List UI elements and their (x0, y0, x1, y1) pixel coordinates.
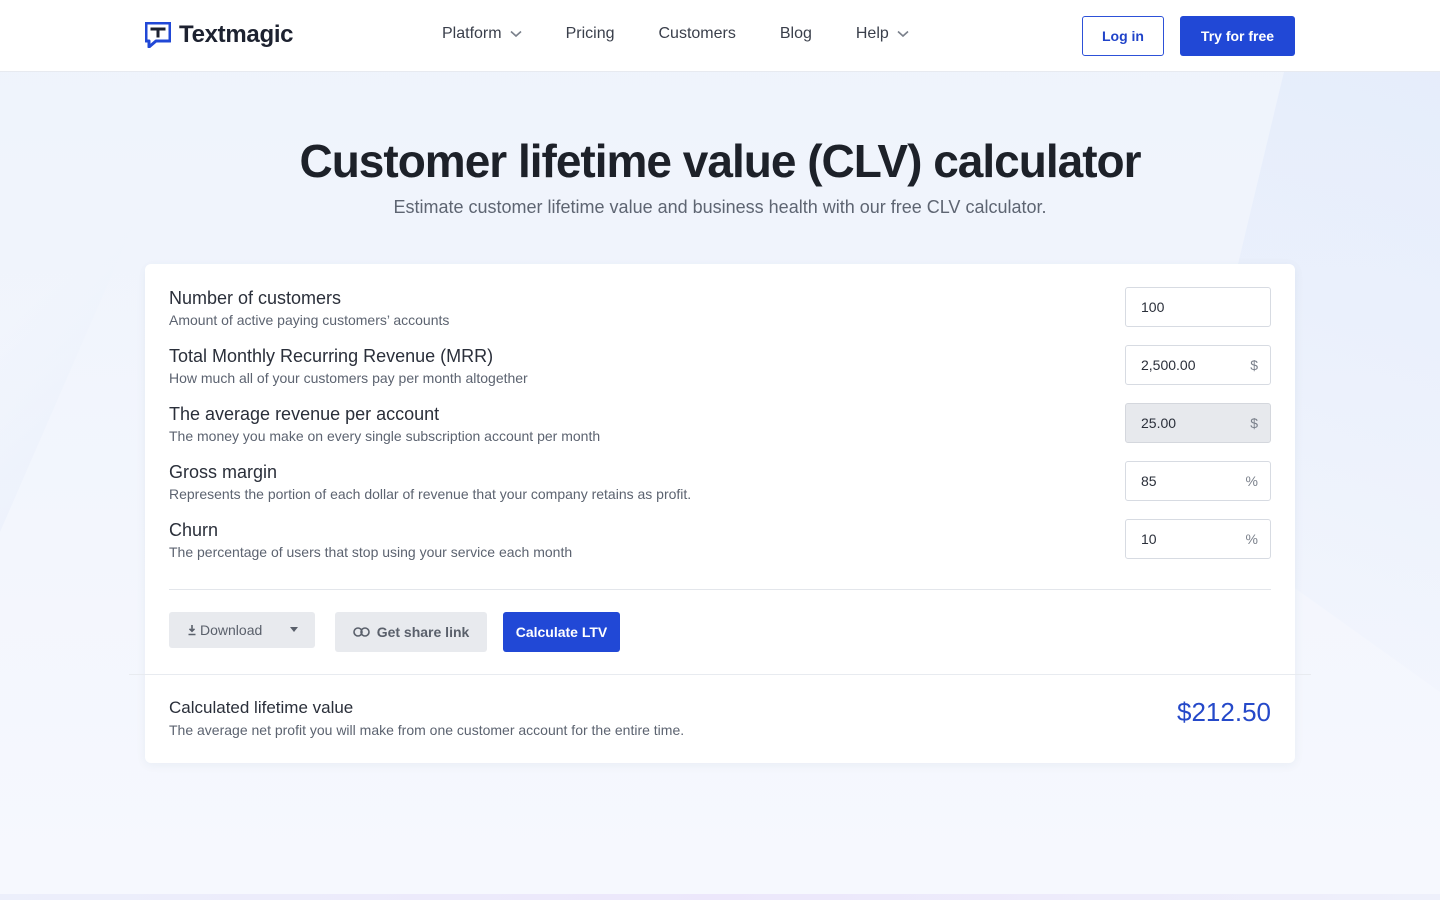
bottom-gradient-strip (0, 894, 1440, 900)
gross-margin-input[interactable]: 85 % (1125, 461, 1271, 501)
field-label: Churn (169, 520, 219, 540)
field-description: How much all of your customers pay per m… (169, 370, 528, 386)
churn-input[interactable]: 10 % (1125, 519, 1271, 559)
currency-suffix: $ (1250, 415, 1258, 431)
nav-item-help[interactable]: Help (856, 25, 909, 43)
textmagic-logo-icon (145, 22, 171, 48)
number-of-customers-input[interactable]: 100 (1125, 287, 1271, 327)
field-label: Gross margin (169, 462, 278, 482)
input-value: 10 (1141, 531, 1157, 547)
nav-item-customers[interactable]: Customers (658, 25, 735, 43)
currency-suffix: $ (1250, 357, 1258, 373)
main-nav: Platform Pricing Customers Blog Help (442, 25, 909, 43)
calculator-card: Number of customers Amount of active pay… (129, 264, 1311, 763)
download-icon (188, 625, 196, 636)
input-value: 100 (1141, 299, 1165, 315)
arpa-readonly-field: 25.00 $ (1125, 403, 1271, 443)
nav-item-label: Blog (779, 25, 812, 42)
field-description: Represents the portion of each dollar of… (169, 486, 692, 502)
chevron-down-icon (897, 30, 909, 38)
site-header: Textmagic Platform Pricing Customers Blo… (0, 0, 1440, 72)
nav-item-blog[interactable]: Blog (780, 25, 812, 43)
row-churn: Churn The percentage of users that stop … (169, 519, 1271, 566)
get-share-link-button[interactable]: Get share link (335, 612, 487, 652)
row-gross-margin: Gross margin Represents the portion of e… (169, 461, 1271, 508)
field-label: Total Monthly Recurring Revenue (MRR) (169, 346, 494, 366)
mrr-input[interactable]: 2,500.00 $ (1125, 345, 1271, 385)
nav-item-label: Pricing (565, 25, 615, 42)
page-subtitle: Estimate customer lifetime value and bus… (393, 197, 1047, 217)
input-value: 2,500.00 (1141, 357, 1196, 373)
input-value: 25.00 (1141, 415, 1177, 431)
page-title: Customer lifetime value (CLV) calculator (299, 135, 1141, 187)
field-description: The money you make on every single subsc… (169, 428, 601, 444)
field-label: The average revenue per account (169, 404, 440, 424)
section-divider (169, 589, 1271, 590)
percent-suffix: % (1245, 531, 1258, 547)
caret-down-icon (290, 627, 298, 632)
percent-suffix: % (1245, 473, 1258, 489)
lifetime-value-result: $212.50 (1177, 697, 1271, 727)
download-dropdown-button[interactable]: Download (169, 612, 315, 648)
nav-item-platform[interactable]: Platform (442, 25, 522, 43)
calculate-ltv-button[interactable]: Calculate LTV (503, 612, 620, 652)
logo-link[interactable]: Textmagic (145, 21, 294, 49)
logo-text: Textmagic (179, 21, 294, 48)
result-divider (129, 674, 1311, 675)
link-icon (352, 627, 370, 637)
login-button[interactable]: Log in (1082, 16, 1164, 56)
input-value: 85 (1141, 473, 1157, 489)
nav-item-label: Customers (658, 25, 736, 42)
result-label: Calculated lifetime value (169, 698, 354, 717)
result-description: The average net profit you will make fro… (169, 722, 685, 738)
share-label: Get share link (376, 624, 470, 640)
field-description: Amount of active paying customers’ accou… (169, 312, 450, 328)
row-number-of-customers: Number of customers Amount of active pay… (169, 287, 1271, 334)
field-description: The percentage of users that stop using … (169, 544, 573, 560)
nav-item-label: Platform (442, 25, 502, 42)
nav-item-label: Help (855, 25, 889, 42)
download-label: Download (200, 622, 263, 638)
try-for-free-button[interactable]: Try for free (1180, 16, 1295, 56)
chevron-down-icon (510, 30, 522, 38)
row-mrr: Total Monthly Recurring Revenue (MRR) Ho… (169, 345, 1271, 392)
nav-item-pricing[interactable]: Pricing (566, 25, 615, 43)
field-label: Number of customers (169, 288, 342, 308)
row-average-revenue-per-account: The average revenue per account The mone… (169, 403, 1271, 450)
